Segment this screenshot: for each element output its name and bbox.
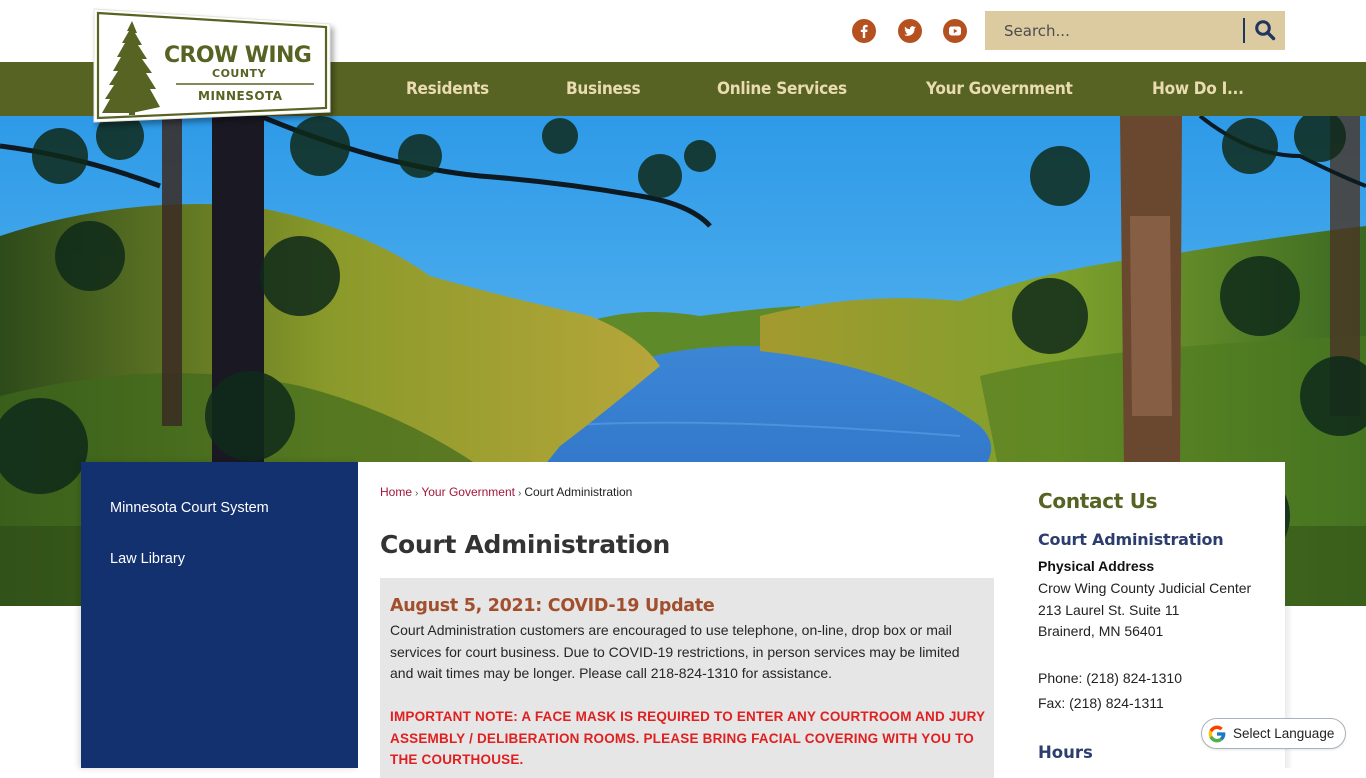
breadcrumb-separator: ›: [517, 488, 522, 499]
breadcrumb-separator: ›: [415, 488, 419, 499]
main-content: Home › Your Government › Court Administratio…: [358, 462, 1285, 778]
contact-fax: Fax: (218) 824-1311: [1038, 695, 1164, 711]
county-logo[interactable]: CROW WING COUNTY MINNESOTA: [92, 7, 332, 124]
breadcrumb-current: Court Administration: [524, 485, 633, 499]
contact-department[interactable]: Court Administration: [1038, 530, 1224, 549]
breadcrumb-your-government[interactable]: Your Government: [421, 485, 515, 499]
page-title: Court Administration: [380, 530, 671, 559]
hours-heading: Hours: [1038, 743, 1093, 762]
twitter-link[interactable]: [898, 19, 922, 43]
sidebar-item-law-library[interactable]: Law Library: [110, 551, 185, 567]
search-icon: [1255, 20, 1276, 41]
contact-heading: Contact Us: [1038, 489, 1158, 513]
select-language-label: Select Language: [1233, 726, 1335, 741]
address-line-2: 213 Laurel St. Suite 11: [1038, 602, 1180, 618]
search-input[interactable]: [985, 11, 1241, 50]
notice-heading: August 5, 2021: COVID-19 Update: [390, 596, 715, 616]
nav-how-do-i[interactable]: How Do I...: [1152, 79, 1244, 98]
twitter-icon: [904, 26, 916, 36]
search-button[interactable]: [1252, 17, 1278, 43]
facebook-link[interactable]: [852, 19, 876, 43]
address-label: Physical Address: [1038, 558, 1155, 574]
address-line-1: Crow Wing County Judicial Center: [1038, 580, 1252, 596]
notice-body: Court Administration customers are encou…: [390, 622, 960, 681]
sidebar-item-minnesota-court-system[interactable]: Minnesota Court System: [110, 500, 269, 516]
breadcrumb: Home › Your Government › Court Administratio…: [380, 485, 632, 499]
search-bar: [985, 11, 1285, 50]
nav-online-services[interactable]: Online Services: [717, 79, 847, 98]
contact-phone: Phone: (218) 824-1310: [1038, 670, 1182, 686]
logo-line1: CROW WING: [164, 43, 311, 68]
nav-business[interactable]: Business: [566, 79, 641, 98]
google-icon: [1208, 725, 1226, 742]
facebook-icon: [860, 24, 868, 38]
logo-line3: MINNESOTA: [198, 89, 283, 103]
breadcrumb-home[interactable]: Home: [380, 485, 412, 499]
address-line-3: Brainerd, MN 56401: [1038, 623, 1164, 639]
sidebar-nav: Minnesota Court System Law Library: [81, 462, 358, 768]
logo-line2: COUNTY: [212, 67, 267, 80]
select-language-button[interactable]: Select Language: [1201, 718, 1346, 749]
youtube-icon: [949, 26, 961, 36]
nav-residents[interactable]: Residents: [406, 79, 489, 98]
covid-notice: August 5, 2021: COVID-19 Update Court Ad…: [380, 578, 994, 778]
nav-your-government[interactable]: Your Government: [926, 79, 1073, 98]
notice-warning: IMPORTANT NOTE: A FACE MASK IS REQUIRED …: [390, 709, 985, 767]
youtube-link[interactable]: [943, 19, 967, 43]
search-divider: [1243, 18, 1245, 43]
